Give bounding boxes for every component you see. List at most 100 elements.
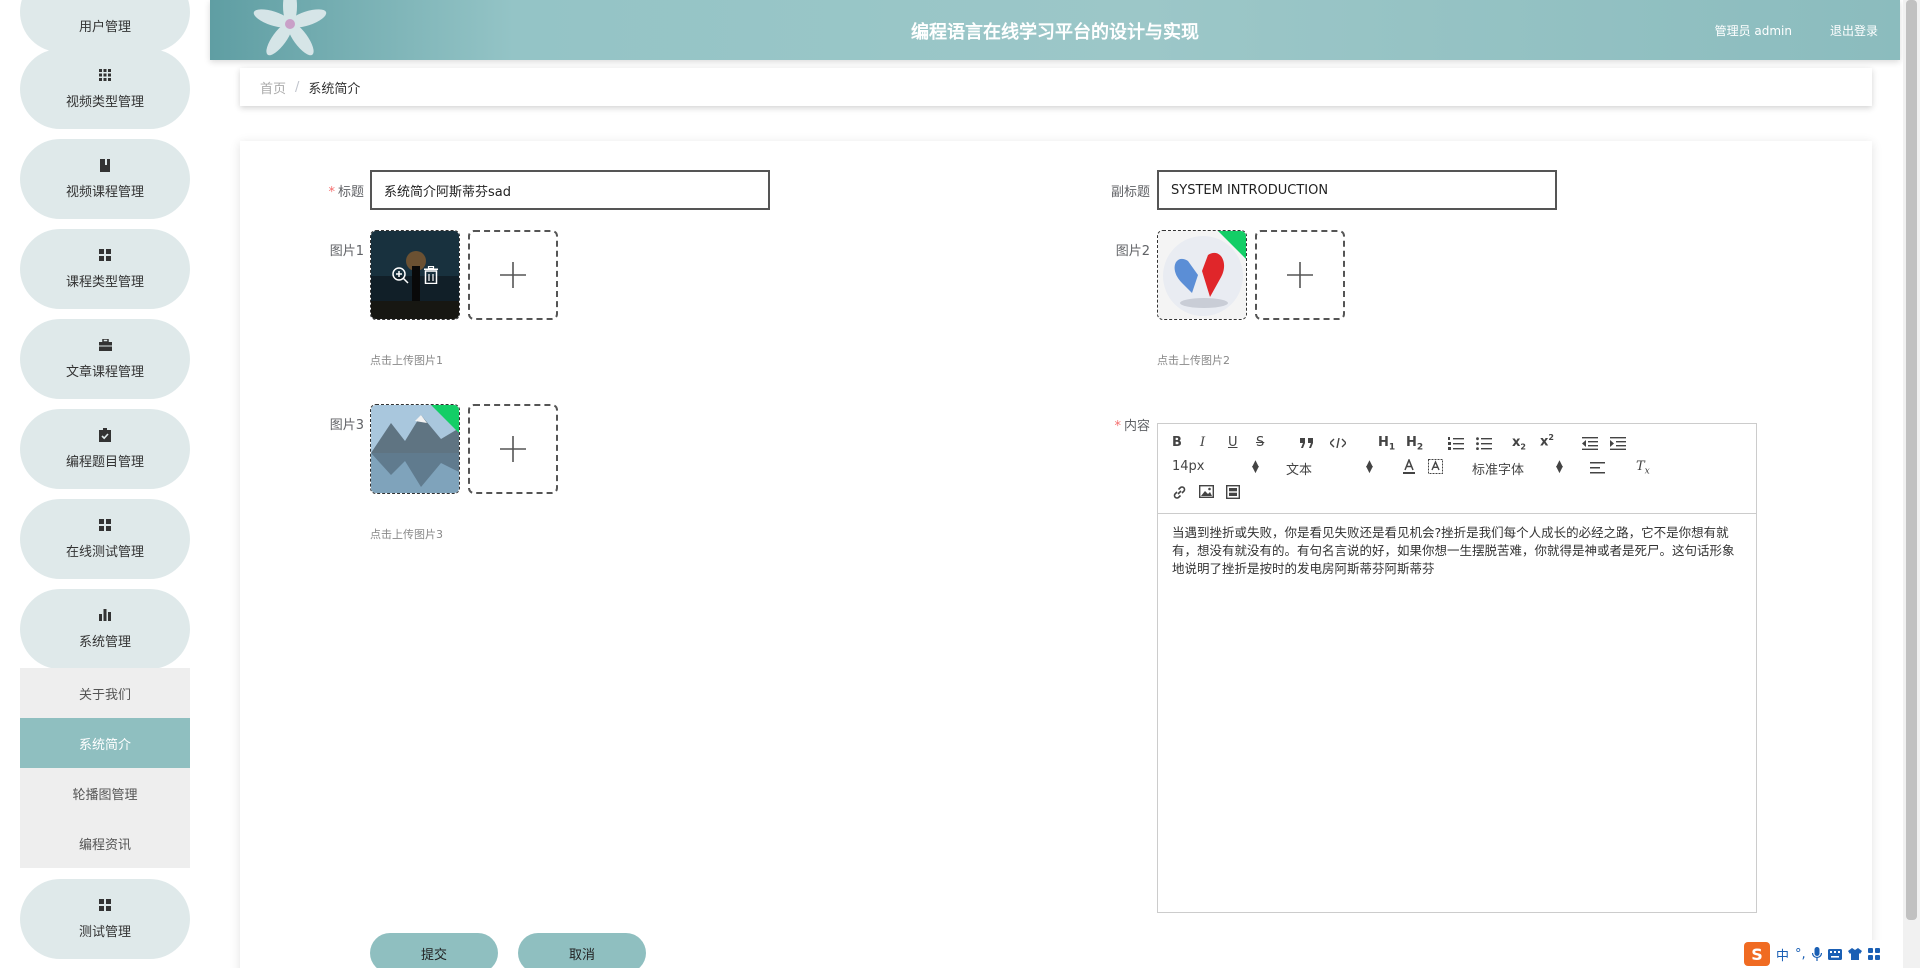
breadcrumb: 首页 / 系统简介 [240,68,1872,106]
current-user: 管理员 admin [1714,24,1792,38]
background-color-icon[interactable] [1428,459,1443,474]
sogou-logo-icon[interactable]: S [1744,942,1770,966]
grid-icon [98,248,112,262]
submenu-item-programming-news[interactable]: 编程资讯 [20,818,190,868]
sidebar-item-article-course-management[interactable]: 文章课程管理 [20,319,190,399]
indent-icon[interactable] [1610,437,1626,450]
heading2-button[interactable]: H2 [1406,435,1423,453]
heading1-button[interactable]: H1 [1378,435,1395,453]
code-block-icon[interactable] [1330,438,1346,448]
clear-format-button[interactable]: Tx [1636,459,1650,477]
clipboard-check-icon [98,428,112,442]
rich-text-editor: B I U S H1 H2 x2 x2 14px ▲ ▼ 文本 ▲ ▼ 标准字体… [1157,423,1757,913]
image3-thumbnail[interactable] [370,404,460,494]
image3-upload-button[interactable] [468,404,558,494]
sidebar-item-test-management[interactable]: 测试管理 [20,879,190,959]
delete-icon[interactable] [423,266,439,284]
sidebar-item-label: 用户管理 [78,19,131,35]
plus-icon [500,262,526,288]
sidebar-item-label: 课程类型管理 [65,275,144,290]
grid-icon [98,898,112,912]
bar-chart-icon [98,608,112,622]
ordered-list-icon[interactable] [1448,437,1464,450]
keyboard-icon[interactable] [1827,948,1842,960]
sidebar-item-label: 测试管理 [78,925,131,940]
video-icon[interactable] [1226,485,1240,499]
image1-hint: 点击上传图片1 [370,354,443,367]
submenu-item-system-intro[interactable]: 系统简介 [20,718,190,768]
image2-upload-button[interactable] [1255,230,1345,320]
bold-button[interactable]: B [1172,435,1182,450]
sidebar-item-system-management[interactable]: 系统管理 [20,589,190,669]
scrollbar-thumb[interactable] [1906,0,1917,920]
image1-thumbnail[interactable] [370,230,460,320]
image1-upload-button[interactable] [468,230,558,320]
breadcrumb-home[interactable]: 首页 [260,78,286,97]
title-input[interactable] [370,170,770,210]
book-icon [98,158,112,172]
grid-icon [98,68,112,82]
sidebar-item-course-type-management[interactable]: 课程类型管理 [20,229,190,309]
briefcase-icon [98,338,112,352]
blockquote-icon[interactable] [1300,438,1314,448]
image2-thumbnail[interactable] [1157,230,1247,320]
select-arrows-icon: ▲ ▼ [1366,459,1373,475]
breadcrumb-current: 系统简介 [308,81,361,97]
sidebar-item-label: 编程题目管理 [65,455,144,470]
italic-button[interactable]: I [1200,435,1205,450]
underline-button[interactable]: U [1228,435,1238,450]
outdent-icon[interactable] [1582,437,1598,450]
editor-content[interactable]: 当遇到挫折或失败，你是看见失败还是看见机会?挫折是我们每个人成长的必经之路，它不… [1172,524,1742,578]
system-submenu: 关于我们 系统简介 轮播图管理 编程资讯 [20,668,190,868]
sidebar-item-label: 系统管理 [78,635,131,650]
title-label: * 标题 [328,185,364,200]
submenu-item-about-us[interactable]: 关于我们 [20,668,190,718]
required-mark: * [1114,419,1121,434]
zoom-in-icon[interactable] [391,266,409,284]
strike-button[interactable]: S [1256,435,1264,450]
form-card: *标题 副标题 图片1 点击上传图片1 图片2 [240,141,1872,968]
cancel-button[interactable]: 取消 [518,933,646,968]
image3-hint: 点击上传图片3 [370,528,443,541]
block-type-select[interactable]: 文本 ▲ ▼ [1286,459,1373,479]
align-icon[interactable] [1590,462,1605,474]
editor-toolbar: B I U S H1 H2 x2 x2 14px ▲ ▼ 文本 ▲ ▼ 标准字体… [1158,424,1756,514]
image-icon[interactable] [1199,485,1214,498]
skin-icon[interactable] [1847,948,1862,960]
font-size-select[interactable]: 14px ▲ ▼ [1172,459,1259,475]
ime-punctuation[interactable]: °, [1795,947,1806,962]
sidebar-item-label: 视频课程管理 [65,185,144,200]
microphone-icon[interactable] [1811,947,1822,961]
sidebar-item-label: 在线测试管理 [65,545,144,560]
subscript-button[interactable]: x2 [1512,435,1526,452]
sidebar-item-label: 文章课程管理 [65,365,144,380]
toolbox-grid-icon[interactable] [1867,948,1880,960]
sidebar-item-label: 视频类型管理 [65,95,144,110]
submit-button[interactable]: 提交 [370,933,498,968]
ime-language[interactable]: 中 [1776,945,1789,964]
sidebar: 用户管理 视频类型管理 视频课程管理 课程类型管理 文章课程管理 编程题目管理 [0,0,210,968]
bullet-list-icon[interactable] [1476,437,1492,450]
sidebar-item-online-test-management[interactable]: 在线测试管理 [20,499,190,579]
plus-icon [1287,262,1313,288]
sidebar-item-programming-question-management[interactable]: 编程题目管理 [20,409,190,489]
sidebar-item-video-type-management[interactable]: 视频类型管理 [20,49,190,129]
subtitle-label: 副标题 [1110,185,1150,200]
image-actions-overlay [371,231,459,319]
subtitle-input[interactable] [1157,170,1557,210]
image2-hint: 点击上传图片2 [1157,354,1230,367]
sidebar-item-user-management[interactable]: 用户管理 [20,0,190,52]
link-icon[interactable] [1172,485,1187,500]
required-mark: * [328,185,335,200]
font-color-icon[interactable] [1402,459,1416,474]
image1-label: 图片1 [329,244,364,259]
image3-label: 图片3 [329,418,364,433]
grid-icon [98,518,112,532]
sidebar-item-video-course-management[interactable]: 视频课程管理 [20,139,190,219]
submenu-item-carousel-management[interactable]: 轮播图管理 [20,768,190,818]
select-arrows-icon: ▲ ▼ [1556,459,1563,475]
top-header: 编程语言在线学习平台的设计与实现 管理员 admin 退出登录 [210,0,1900,60]
logout-link[interactable]: 退出登录 [1830,22,1878,39]
superscript-button[interactable]: x2 [1540,433,1554,449]
font-family-select[interactable]: 标准字体 ▲ ▼ [1472,459,1563,479]
